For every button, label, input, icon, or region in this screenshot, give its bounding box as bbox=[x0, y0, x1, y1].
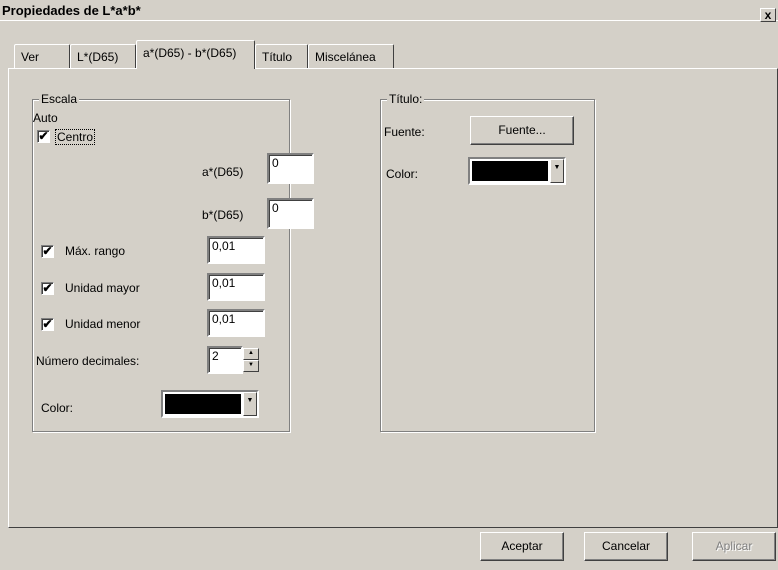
a-d65-input[interactable]: 0 bbox=[267, 153, 314, 184]
tab-label: L*(D65) bbox=[77, 50, 119, 64]
tab-label: Miscelánea bbox=[315, 50, 376, 64]
tab-a-b-d65[interactable]: a*(D65) - b*(D65) bbox=[136, 40, 255, 69]
unidad-mayor-checkbox[interactable]: ✔ bbox=[41, 282, 54, 295]
unidad-mayor-input[interactable]: 0,01 bbox=[207, 273, 265, 301]
b-d65-value: 0 bbox=[272, 201, 279, 215]
decimales-value: 2 bbox=[212, 349, 219, 363]
escala-color-picker[interactable]: ▼ bbox=[161, 390, 259, 418]
tab-label: a*(D65) - b*(D65) bbox=[143, 46, 237, 60]
unidad-menor-checkbox[interactable]: ✔ bbox=[41, 318, 54, 331]
title-bar: Propiedades de L*a*b* bbox=[0, 0, 778, 21]
escala-group: Escala bbox=[32, 92, 290, 432]
tab-panel: Escala Auto ✔ Centro a*(D65) 0 b*(D65) 0… bbox=[8, 68, 778, 528]
max-rango-input[interactable]: 0,01 bbox=[207, 236, 265, 264]
decimales-label: Número decimales: bbox=[36, 354, 140, 368]
spin-down-button[interactable]: ▼ bbox=[243, 360, 259, 372]
escala-legend: Escala bbox=[39, 92, 80, 106]
unidad-menor-input[interactable]: 0,01 bbox=[207, 309, 265, 337]
fuente-button[interactable]: Fuente... bbox=[470, 116, 574, 145]
max-rango-label: Máx. rango bbox=[65, 244, 126, 258]
color-swatch bbox=[165, 394, 241, 414]
aplicar-button[interactable]: Aplicar bbox=[692, 532, 776, 561]
tab-ver[interactable]: Ver bbox=[14, 44, 70, 68]
titulo-color-picker[interactable]: ▼ bbox=[468, 157, 566, 185]
titulo-color-label: Color: bbox=[386, 167, 419, 181]
unidad-mayor-label: Unidad mayor bbox=[65, 281, 140, 295]
decimales-input[interactable]: 2 bbox=[207, 346, 243, 374]
a-d65-label: a*(D65) bbox=[202, 165, 244, 179]
dropdown-arrow-icon[interactable]: ▼ bbox=[550, 159, 564, 183]
centro-checkbox[interactable]: ✔ bbox=[37, 130, 50, 143]
tab-l-d65[interactable]: L*(D65) bbox=[70, 44, 136, 68]
tab-label: Título bbox=[262, 50, 293, 64]
aceptar-button[interactable]: Aceptar bbox=[480, 532, 564, 561]
titulo-group: Título: bbox=[380, 92, 595, 432]
fuente-label: Fuente: bbox=[384, 125, 425, 139]
window-title: Propiedades de L*a*b* bbox=[2, 3, 141, 18]
auto-label: Auto bbox=[33, 111, 58, 125]
dropdown-arrow-icon[interactable]: ▼ bbox=[243, 392, 257, 416]
max-rango-value: 0,01 bbox=[212, 239, 236, 253]
cancelar-button[interactable]: Cancelar bbox=[584, 532, 668, 561]
unidad-menor-label: Unidad menor bbox=[65, 317, 141, 331]
tab-miscelanea[interactable]: Miscelánea bbox=[308, 44, 394, 68]
spin-up-button[interactable]: ▲ bbox=[243, 348, 259, 360]
max-rango-checkbox[interactable]: ✔ bbox=[41, 245, 54, 258]
escala-color-label: Color: bbox=[41, 401, 74, 415]
tab-titulo[interactable]: Título bbox=[255, 44, 308, 68]
unidad-mayor-value: 0,01 bbox=[212, 276, 236, 290]
b-d65-input[interactable]: 0 bbox=[267, 198, 314, 229]
centro-label[interactable]: Centro bbox=[55, 129, 96, 145]
b-d65-label: b*(D65) bbox=[202, 208, 244, 222]
tab-label: Ver bbox=[21, 50, 40, 64]
titulo-legend: Título: bbox=[387, 92, 425, 106]
color-swatch bbox=[472, 161, 548, 181]
close-button[interactable]: x bbox=[760, 8, 776, 22]
a-d65-value: 0 bbox=[272, 156, 279, 170]
unidad-menor-value: 0,01 bbox=[212, 312, 236, 326]
